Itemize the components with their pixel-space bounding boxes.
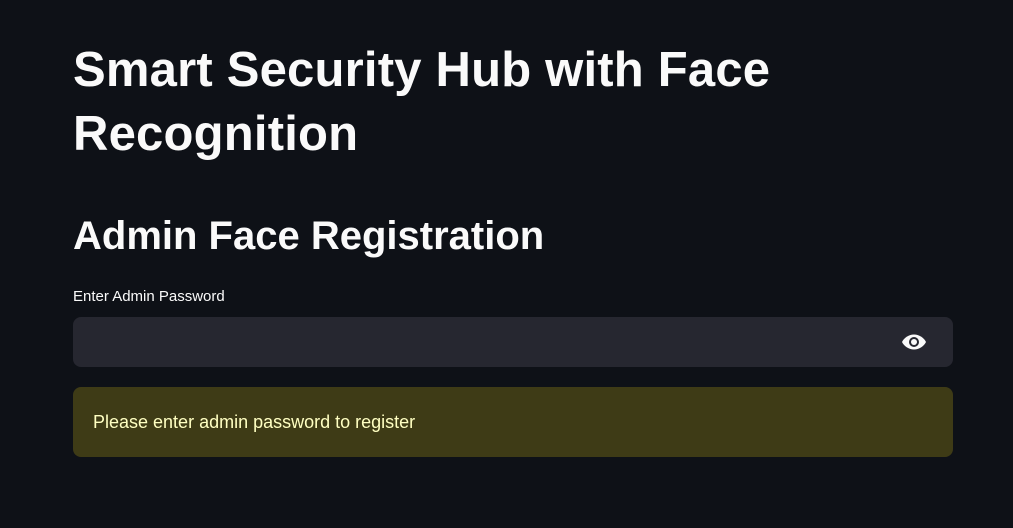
section-heading: Admin Face Registration xyxy=(73,214,545,258)
eye-icon xyxy=(902,334,926,350)
alert-message: Please enter admin password to register xyxy=(93,411,416,432)
password-label: Enter Admin Password xyxy=(73,288,225,305)
warning-alert: Please enter admin password to register xyxy=(73,387,953,457)
password-field-container xyxy=(73,317,953,367)
password-input[interactable] xyxy=(73,317,873,367)
show-password-button[interactable] xyxy=(899,330,929,354)
page-title: Smart Security Hub with Face Recognition xyxy=(73,43,771,161)
